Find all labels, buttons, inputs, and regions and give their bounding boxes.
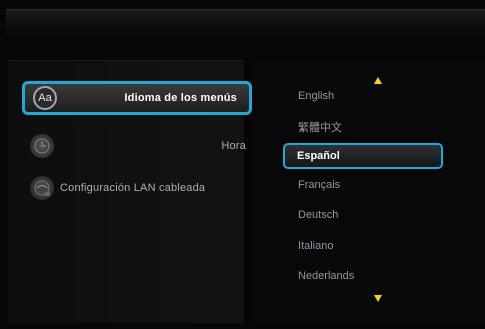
- scroll-down-arrow-icon[interactable]: [374, 295, 382, 302]
- language-list: English 繁體中文 Español Français Deutsch It…: [253, 60, 485, 322]
- scroll-up-arrow-icon[interactable]: [374, 77, 382, 84]
- language-option-italian[interactable]: Italiano: [298, 240, 333, 252]
- language-option-spanish[interactable]: Español: [283, 143, 443, 169]
- top-title-bar: [6, 9, 485, 44]
- language-option-traditional-chinese[interactable]: 繁體中文: [298, 119, 342, 135]
- menu-item-label: Idioma de los menús: [124, 92, 237, 104]
- language-option-english[interactable]: English: [298, 90, 334, 102]
- menu-item-wired-lan[interactable]: Configuración LAN cableada: [22, 171, 252, 205]
- language-option-german[interactable]: Deutsch: [298, 209, 338, 221]
- menu-item-language[interactable]: Aa Idioma de los menús: [22, 81, 252, 115]
- language-options-panel: English 繁體中文 Español Français Deutsch It…: [253, 60, 485, 322]
- menu-item-time[interactable]: Hora: [22, 129, 252, 163]
- language-icon: Aa: [33, 86, 57, 110]
- language-option-label: Español: [297, 150, 340, 162]
- clock-icon: [30, 134, 54, 158]
- menu-item-label: Hora: [221, 140, 246, 152]
- language-option-french[interactable]: Français: [298, 179, 340, 191]
- language-option-dutch[interactable]: Nederlands: [298, 270, 354, 282]
- network-icon: [30, 176, 54, 200]
- menu-item-label: Configuración LAN cableada: [60, 182, 206, 194]
- settings-menu-panel: Aa Idioma de los menús Hora Configuració…: [8, 60, 252, 323]
